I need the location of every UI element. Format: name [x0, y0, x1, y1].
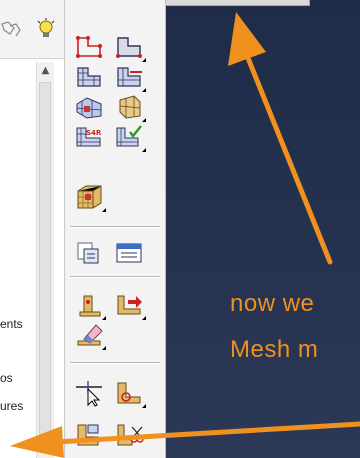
delete-icon[interactable]	[112, 418, 146, 448]
mesh-info-icon[interactable]	[112, 238, 146, 268]
tree-item-fragment[interactable]: os	[0, 371, 13, 385]
scroll-up-icon[interactable]: ▲	[37, 62, 54, 78]
mesh-part-icon[interactable]	[72, 92, 106, 122]
query-icon[interactable]	[72, 238, 106, 268]
viewport-caption-line2: Mesh m	[230, 336, 319, 363]
verify-mesh-icon[interactable]	[112, 122, 146, 152]
mesh-toolbox: S4R	[66, 0, 166, 458]
tree-scrollbar[interactable]: ▲	[36, 62, 54, 458]
edit-mesh-alt-icon[interactable]	[112, 290, 146, 320]
viewport-title-bar	[166, 0, 310, 6]
datum-icon[interactable]	[112, 378, 146, 408]
toolbox-separator	[70, 362, 160, 364]
mesh-controls-icon[interactable]	[72, 418, 106, 448]
partition-cell-icon[interactable]	[72, 182, 106, 212]
assign-element-type-icon[interactable]: S4R	[72, 122, 106, 152]
edit-mesh-icon[interactable]	[72, 290, 106, 320]
erase-mesh-icon[interactable]	[72, 320, 106, 350]
tree-item-fragment[interactable]: ures	[0, 399, 23, 413]
model-tree-panel: ▲ ents os ures	[0, 0, 65, 458]
reference-point-icon[interactable]	[72, 378, 106, 408]
expand-tree-icon[interactable]	[0, 18, 22, 40]
bulb-icon[interactable]	[36, 18, 56, 42]
viewport[interactable]: now we Mesh m	[166, 0, 360, 458]
create-part-alt-icon[interactable]	[112, 32, 146, 62]
toolbox-separator	[70, 226, 160, 228]
scroll-thumb[interactable]	[39, 82, 51, 438]
create-part-icon[interactable]	[72, 32, 106, 62]
viewport-caption-line1: now we	[230, 290, 315, 317]
seed-part-icon[interactable]	[72, 62, 106, 92]
seed-edges-icon[interactable]	[112, 62, 146, 92]
toolbox-separator	[70, 276, 160, 278]
mesh-region-icon[interactable]	[112, 92, 146, 122]
element-type-badge: S4R	[86, 129, 102, 137]
tree-item-fragment[interactable]: ents	[0, 317, 23, 331]
model-tree-toolbar	[0, 0, 64, 59]
